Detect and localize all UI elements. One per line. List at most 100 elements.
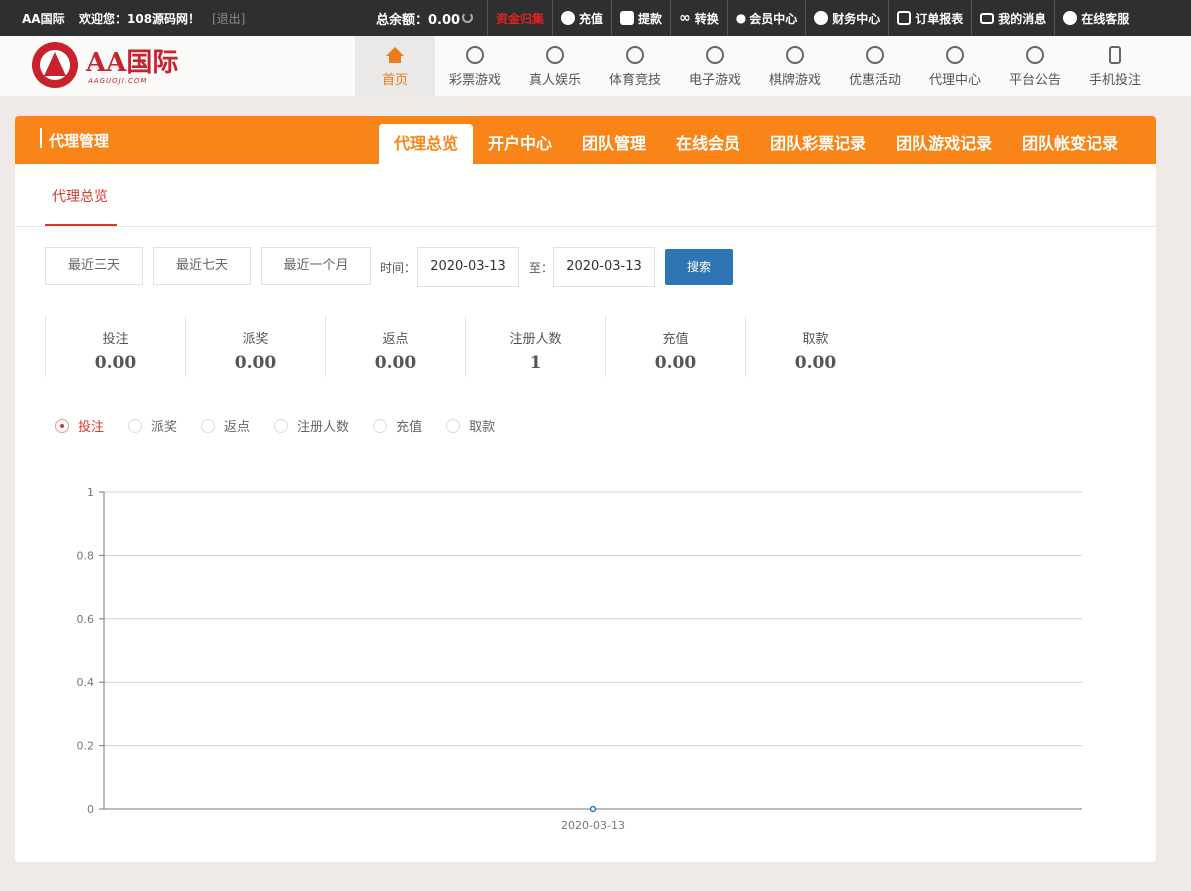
messages-link[interactable]: 我的消息 (971, 0, 1054, 36)
radio-dot (274, 418, 289, 433)
nav-item-label: 代理中心 (928, 73, 981, 88)
casino-icon (546, 46, 564, 64)
panel-tabs: 代理总览 开户中心 团队管理 在线会员 团队彩票记录 团队游戏记录 团队帐变记录 (379, 124, 1133, 164)
order-report-link[interactable]: 订单报表 (888, 0, 971, 36)
infinity-icon: ∞ (679, 10, 691, 26)
collect-funds-label: 资金归集 (496, 11, 545, 26)
tab-team-lottery-records[interactable]: 团队彩票记录 (755, 124, 881, 164)
radio-label: 注册人数 (297, 420, 350, 435)
customer-service-link[interactable]: 在线客服 (1054, 0, 1137, 36)
tab-account-opening[interactable]: 开户中心 (473, 124, 567, 164)
subtab-agent-overview[interactable]: 代理总览 (52, 186, 108, 206)
nav-item-label: 电子游戏 (688, 73, 741, 88)
deposit-label: 充值 (579, 11, 604, 26)
y-tick-label: 0.4 (77, 676, 95, 689)
nav-item-mobile[interactable]: 手机投注 (1075, 36, 1155, 96)
nav-item-home[interactable]: 首页 (355, 36, 435, 96)
panel-header: 代理管理 代理总览 开户中心 团队管理 在线会员 团队彩票记录 团队游戏记录 团… (15, 116, 1156, 164)
radio-dot (446, 418, 461, 433)
tab-team-game-records[interactable]: 团队游戏记录 (881, 124, 1007, 164)
collect-funds-link[interactable]: 资金归集 (487, 0, 552, 36)
series-radio-registrations[interactable]: 注册人数 (274, 416, 349, 435)
tab-team-account-changes[interactable]: 团队帐变记录 (1007, 124, 1133, 164)
refresh-icon[interactable] (462, 12, 473, 23)
customer-service-label: 在线客服 (1081, 11, 1130, 26)
nav-item-agent-center[interactable]: 代理中心 (915, 36, 995, 96)
nav-item-sports[interactable]: 体育竞技 (595, 36, 675, 96)
tab-team-management[interactable]: 团队管理 (567, 124, 661, 164)
last-3-days-button[interactable]: 最近三天 (45, 247, 143, 285)
stat-bet: 投注 0.00 (45, 316, 185, 377)
radio-label: 派奖 (151, 420, 178, 435)
logo-subtext: AAGUOJI.COM (88, 77, 148, 85)
data-point (589, 805, 597, 813)
transfer-label: 转换 (694, 11, 719, 26)
stat-value: 1 (529, 353, 542, 373)
nav-item-label: 手机投注 (1088, 73, 1141, 88)
order-report-label: 订单报表 (915, 11, 964, 26)
nav-item-lottery[interactable]: 彩票游戏 (435, 36, 515, 96)
wallet-icon (620, 11, 635, 25)
main-nav: AA国际 AAGUOJI.COM 首页 彩票游戏 真人娱乐 体育竞技 电子游戏 … (0, 36, 1191, 96)
tab-agent-overview[interactable]: 代理总览 (379, 124, 474, 164)
stat-value: 0.00 (794, 353, 837, 373)
last-7-days-button[interactable]: 最近七天 (153, 247, 251, 285)
transfer-link[interactable]: ∞ 转换 (670, 0, 727, 36)
nav-item-chess[interactable]: 棋牌游戏 (755, 36, 835, 96)
member-center-link[interactable]: ● 会员中心 (726, 0, 806, 36)
lottery-icon (466, 46, 484, 64)
series-radio-withdrawal[interactable]: 取款 (446, 416, 495, 435)
stat-value: 0.00 (374, 353, 417, 373)
series-radio-payout[interactable]: 派奖 (128, 416, 177, 435)
top-links: 资金归集 充值 提款 ∞ 转换 ● 会员中心 财务中心 订单报表 我的消息 在线客服 (487, 0, 1137, 36)
finance-center-link[interactable]: 财务中心 (805, 0, 888, 36)
nav-item-label: 真人娱乐 (528, 73, 581, 88)
withdraw-label: 提款 (638, 11, 663, 26)
time-label: 时间： (380, 261, 417, 275)
stat-value: 0.00 (654, 353, 697, 373)
last-month-button[interactable]: 最近一个月 (261, 247, 371, 285)
trend-chart: 0 0.2 0.4 0.6 0.8 1 2020-03-13 (15, 476, 1156, 856)
nav-item-slots[interactable]: 电子游戏 (675, 36, 755, 96)
series-radio-rebate[interactable]: 返点 (201, 416, 250, 435)
nav-item-label: 棋牌游戏 (768, 73, 821, 88)
nav-item-announcements[interactable]: 平台公告 (995, 36, 1075, 96)
stats-row: 投注 0.00 派奖 0.00 返点 0.00 注册人数 1 充值 0.00 取款 0.00 (45, 316, 885, 377)
member-center-label: 会员中心 (749, 11, 798, 26)
radio-label: 取款 (469, 420, 496, 435)
y-tick-label: 0.6 (77, 613, 95, 626)
radio-label: 充值 (396, 420, 423, 435)
series-radio-deposit[interactable]: 充值 (373, 416, 422, 435)
search-button[interactable]: 搜索 (665, 249, 733, 285)
date-to-input[interactable]: 2020-03-13 (553, 247, 655, 287)
stat-label: 取款 (802, 332, 829, 347)
title-bar (40, 128, 42, 148)
gift-icon (866, 46, 884, 64)
balance: 总余额：0.00 (376, 9, 460, 28)
nav-item-label: 优惠活动 (848, 73, 901, 88)
radio-dot (55, 418, 69, 433)
x-tick-label: 2020-03-13 (561, 819, 625, 832)
tab-online-members[interactable]: 在线会员 (661, 124, 755, 164)
series-radio-bet[interactable]: 投注 (55, 416, 104, 435)
headset-icon (1063, 11, 1078, 25)
nav-item-promotions[interactable]: 优惠活动 (835, 36, 915, 96)
balance-label: 总余额： (376, 13, 429, 28)
stat-label: 返点 (382, 332, 409, 347)
date-from-input[interactable]: 2020-03-13 (417, 247, 519, 287)
balance-value: 0.00 (428, 13, 461, 28)
top-bar: AA国际 欢迎您：108源码网！ [退出] 总余额：0.00 资金归集 充值 提… (0, 0, 1191, 36)
site-logo[interactable]: AA国际 AAGUOJI.COM (30, 40, 190, 90)
deposit-link[interactable]: 充值 (552, 0, 611, 36)
withdraw-link[interactable]: 提款 (611, 0, 670, 36)
nav-item-label: 首页 (381, 73, 408, 88)
nav-menu: 首页 彩票游戏 真人娱乐 体育竞技 电子游戏 棋牌游戏 优惠活动 代理中心 平台… (355, 36, 1155, 96)
soccer-icon (626, 46, 644, 64)
divider (15, 226, 1156, 227)
y-tick-label: 1 (87, 486, 94, 499)
nav-item-label: 平台公告 (1008, 73, 1061, 88)
nav-item-live-casino[interactable]: 真人娱乐 (515, 36, 595, 96)
logout-link[interactable]: [退出] (212, 10, 245, 27)
user-icon: ● (735, 11, 747, 25)
radio-dot (373, 418, 388, 433)
